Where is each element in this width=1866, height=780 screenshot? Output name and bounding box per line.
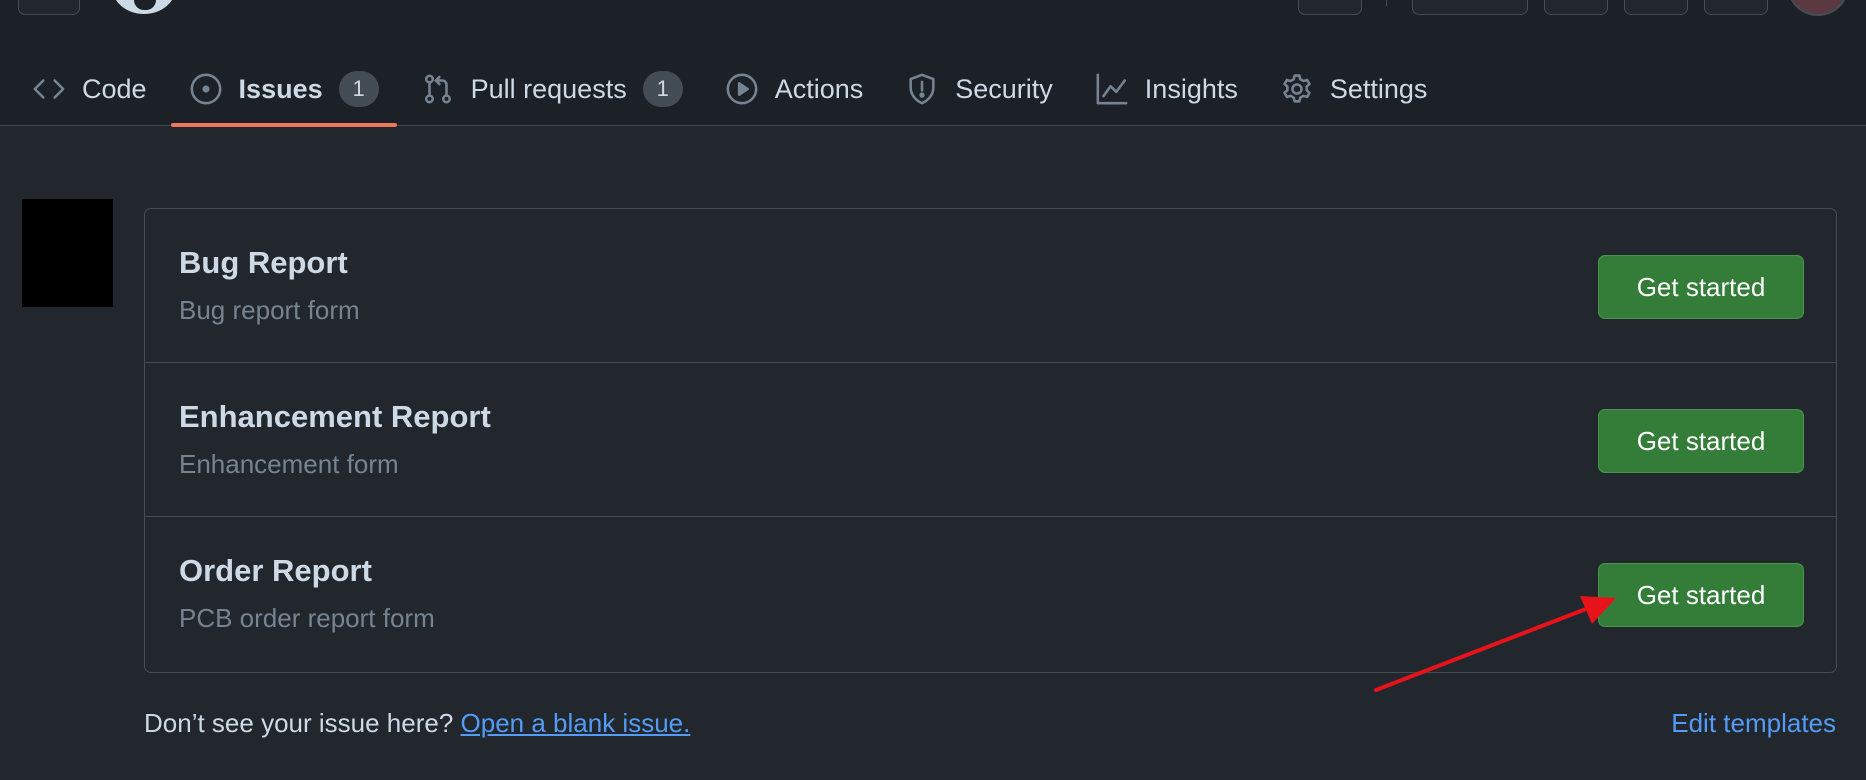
template-name: Order Report xyxy=(179,553,372,588)
template-row-order-report: Order Report PCB order report form Get s… xyxy=(145,517,1836,672)
header-inbox-button[interactable] xyxy=(1704,0,1768,15)
play-icon xyxy=(725,72,759,106)
tab-code-label: Code xyxy=(82,73,147,104)
header-divider xyxy=(1386,0,1387,6)
repo-header: Code Issues 1 Pull requests 1 Actions Se… xyxy=(0,0,1866,127)
template-row-enhancement-report: Enhancement Report Enhancement form Get … xyxy=(145,363,1836,517)
redacted-image xyxy=(22,199,113,307)
template-row-bug-report: Bug Report Bug report form Get started xyxy=(145,209,1836,363)
tab-code[interactable]: Code xyxy=(28,52,165,126)
git-pull-request-icon xyxy=(421,72,455,106)
tab-insights[interactable]: Insights xyxy=(1077,52,1256,126)
template-name: Enhancement Report xyxy=(179,399,491,434)
repo-nav: Code Issues 1 Pull requests 1 Actions Se… xyxy=(0,52,1451,127)
github-logo-icon[interactable] xyxy=(112,0,176,14)
graph-icon xyxy=(1095,72,1129,106)
blank-issue-prompt: Don’t see your issue here? Open a blank … xyxy=(144,708,690,739)
header-menu-button[interactable] xyxy=(18,0,80,15)
template-description: Bug report form xyxy=(179,295,360,325)
issues-count-badge: 1 xyxy=(338,71,379,107)
template-description: Enhancement form xyxy=(179,449,399,479)
tab-pull-requests[interactable]: Pull requests 1 xyxy=(403,52,701,126)
header-search-button[interactable] xyxy=(1298,0,1362,15)
pull-requests-count-badge: 1 xyxy=(642,71,683,107)
get-started-button-order-report[interactable]: Get started xyxy=(1598,563,1804,627)
tab-actions[interactable]: Actions xyxy=(707,52,882,126)
tab-security-label: Security xyxy=(955,73,1053,104)
get-started-button-bug-report[interactable]: Get started xyxy=(1598,255,1804,319)
tab-issues[interactable]: Issues 1 xyxy=(170,52,397,127)
edit-templates-link[interactable]: Edit templates xyxy=(1671,708,1836,739)
template-description: PCB order report form xyxy=(179,603,435,633)
get-started-button-enhancement-report[interactable]: Get started xyxy=(1598,409,1804,473)
tab-pull-requests-label: Pull requests xyxy=(470,73,627,104)
issue-opened-icon xyxy=(189,72,223,106)
tab-settings[interactable]: Settings xyxy=(1262,52,1446,126)
tab-settings-label: Settings xyxy=(1329,73,1428,104)
header-create-button[interactable] xyxy=(1412,0,1528,15)
tab-issues-label: Issues xyxy=(238,73,323,104)
gear-icon xyxy=(1280,72,1314,106)
code-icon xyxy=(32,72,66,106)
tab-actions-label: Actions xyxy=(774,73,864,104)
header-issues-button[interactable] xyxy=(1544,0,1608,15)
issue-template-list: Bug Report Bug report form Get started E… xyxy=(144,208,1837,673)
template-name: Bug Report xyxy=(179,245,348,280)
tab-insights-label: Insights xyxy=(1144,73,1238,104)
tab-security[interactable]: Security xyxy=(887,52,1071,126)
open-blank-issue-link[interactable]: Open a blank issue. xyxy=(461,708,691,738)
user-avatar[interactable] xyxy=(1788,0,1848,16)
blank-issue-prompt-text: Don’t see your issue here? xyxy=(144,708,454,738)
shield-icon xyxy=(905,72,939,106)
header-pulls-button[interactable] xyxy=(1624,0,1688,15)
